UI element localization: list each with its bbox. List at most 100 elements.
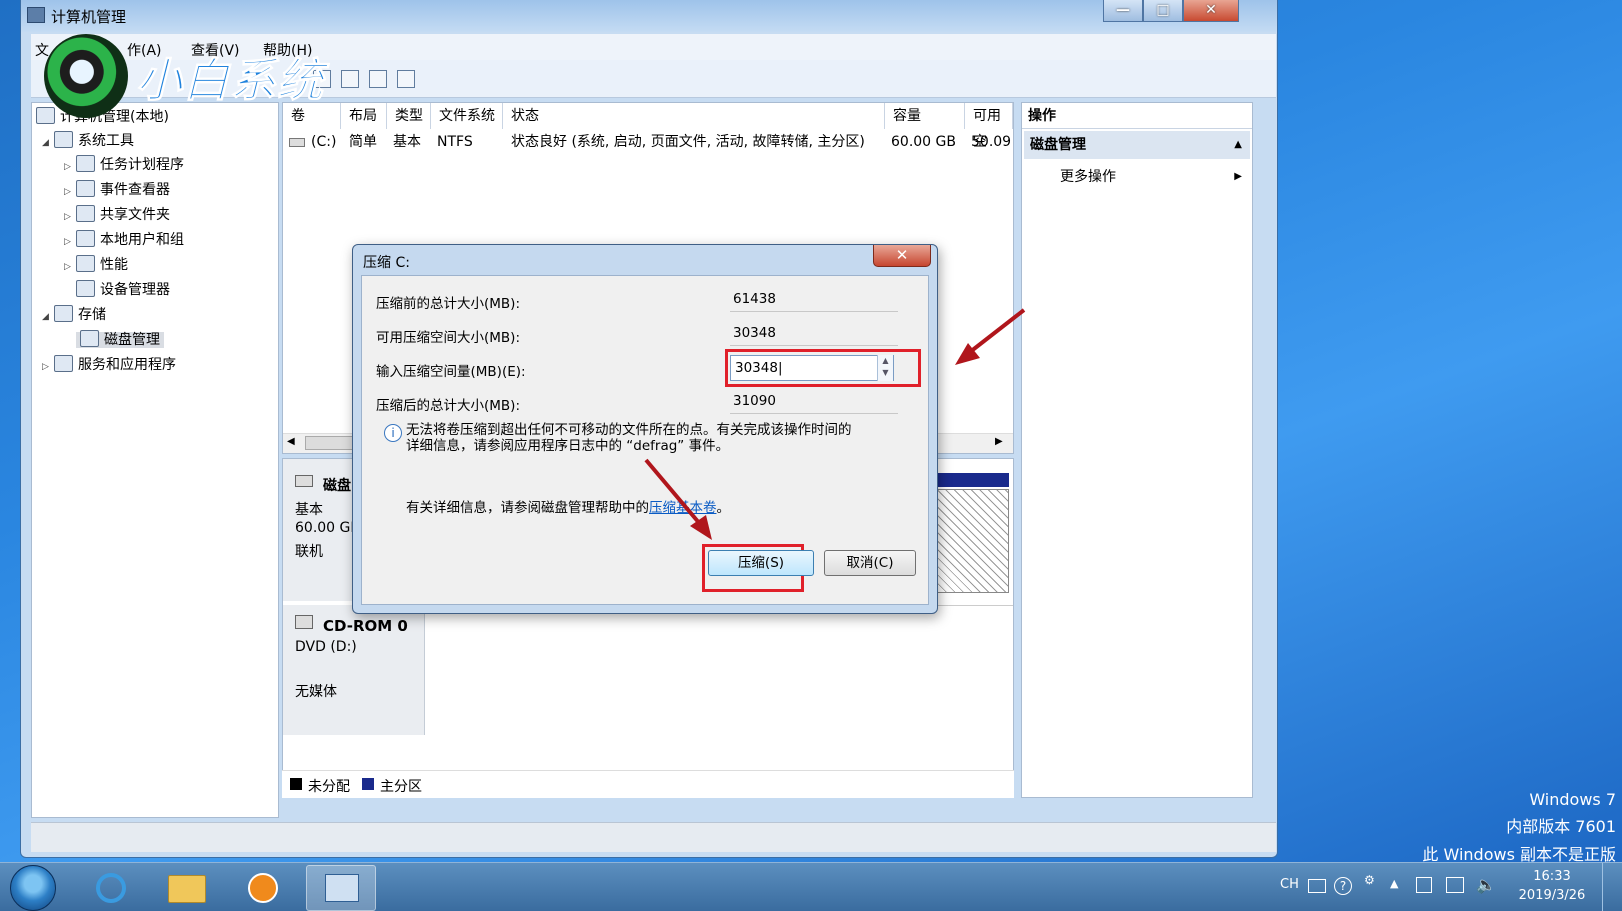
watermark-line2: 内部版本 7601 [1506, 817, 1616, 836]
shrink-dialog: 压缩 C: ✕ 压缩前的总计大小(MB): 61438 可用压缩空间大小(MB)… [352, 244, 938, 614]
actions-group-disk-management[interactable]: 磁盘管理 ▲ [1024, 131, 1250, 159]
tree-item-local-users[interactable]: ▷ 本地用户和组 [64, 228, 184, 252]
shrink-amount-label: 输入压缩空间量(MB)(E): [376, 364, 526, 380]
status-bar [31, 822, 1276, 852]
tree-item-services[interactable]: ▷ 服务和应用程序 [42, 353, 176, 377]
total-before-value: 61438 [730, 288, 898, 312]
cell-capacity: 60.00 GB [891, 134, 956, 150]
event-icon [76, 180, 95, 197]
disk0-status: 联机 [295, 544, 323, 560]
collapse-arrow-icon[interactable]: ◢ [42, 305, 54, 329]
legend: 未分配 主分区 [282, 770, 1014, 798]
expand-arrow-icon[interactable]: ▷ [64, 205, 76, 229]
actions-header: 操作 [1022, 103, 1252, 129]
cancel-button[interactable]: 取消(C) [824, 550, 916, 576]
keyboard-icon[interactable] [1308, 879, 1326, 893]
tree-item-performance[interactable]: ▷ 性能 [64, 253, 128, 277]
computer-management-icon [325, 874, 359, 902]
primary-swatch [362, 778, 374, 790]
maximize-button[interactable]: □ [1143, 0, 1183, 22]
total-before-label: 压缩前的总计大小(MB): [376, 296, 520, 312]
volume-icon[interactable]: 🔈 [1476, 875, 1496, 894]
expand-arrow-icon[interactable]: ▷ [64, 255, 76, 279]
clock[interactable]: 16:33 2019/3/26 [1512, 869, 1592, 903]
scroll-right-icon[interactable]: ▶ [995, 436, 1003, 447]
tree-item-system-tools[interactable]: ◢ 系统工具 [42, 129, 134, 153]
drive-icon [289, 138, 305, 147]
cdrom-label[interactable]: CD-ROM 0 DVD (D:) 无媒体 [283, 605, 425, 735]
taskbar: CH ? ⚙ ▲ 🔈 16:33 2019/3/26 [0, 862, 1622, 911]
network-icon[interactable] [1446, 877, 1464, 893]
column-header-status[interactable]: 状态 [503, 103, 885, 129]
primary-partition-bar [929, 473, 1009, 487]
cell-free: 50.09 [971, 134, 1012, 150]
expand-arrow-icon[interactable]: ▷ [64, 230, 76, 254]
clock-date: 2019/3/26 [1518, 888, 1586, 903]
partition-block[interactable] [929, 489, 1009, 593]
dialog-close-button[interactable]: ✕ [873, 245, 931, 267]
tree-item-disk-management[interactable]: 磁盘管理 [64, 328, 164, 352]
tree-item-device-manager[interactable]: 设备管理器 [64, 278, 170, 302]
collapse-arrow-icon[interactable]: ◢ [42, 131, 54, 155]
scroll-left-icon[interactable]: ◀ [287, 436, 295, 447]
properties-icon[interactable] [397, 70, 415, 88]
tree-item-task-scheduler[interactable]: ▷ 任务计划程序 [64, 153, 184, 177]
spin-buttons[interactable]: ▲ ▼ [877, 355, 893, 381]
start-button[interactable] [10, 865, 56, 911]
taskbar-media-player[interactable] [228, 865, 298, 911]
cdrom-name: CD-ROM 0 [323, 617, 408, 635]
expand-arrow-icon[interactable]: ▷ [64, 155, 76, 179]
info-text-line1: 无法将卷压缩到超出任何不可移动的文件所在的点。有关完成该操作时间的 [406, 422, 852, 438]
column-header-type[interactable]: 类型 [387, 103, 431, 129]
close-button[interactable]: ✕ [1183, 0, 1239, 22]
legend-unallocated: 未分配 [308, 779, 350, 795]
clock-icon [76, 155, 95, 172]
taskbar-ie[interactable] [76, 865, 146, 911]
ime-settings-icon[interactable]: ⚙ [1364, 873, 1375, 887]
total-after-label: 压缩后的总计大小(MB): [376, 398, 520, 414]
taskbar-computer-management[interactable] [306, 865, 376, 911]
tree-item-event-viewer[interactable]: ▷ 事件查看器 [64, 178, 170, 202]
spin-up-icon[interactable]: ▲ [878, 355, 893, 367]
show-desktop-button[interactable] [1602, 863, 1618, 911]
shrink-button[interactable]: 压缩(S) [708, 550, 814, 576]
info-icon: i [384, 424, 402, 442]
performance-icon [76, 255, 95, 272]
table-row[interactable]: (C:) 简单 基本 NTFS 状态良好 (系统, 启动, 页面文件, 活动, … [287, 131, 1011, 153]
column-header-free[interactable]: 可用空 [965, 103, 1013, 150]
disk0-size: 60.00 GB [295, 520, 360, 536]
computer-management-icon [27, 7, 45, 23]
dialog-body: 压缩前的总计大小(MB): 61438 可用压缩空间大小(MB): 30348 … [361, 275, 929, 605]
minimize-button[interactable]: — [1103, 0, 1143, 22]
device-icon [76, 280, 95, 297]
tree-item-shared-folders[interactable]: ▷ 共享文件夹 [64, 203, 170, 227]
disk0-type: 基本 [295, 502, 323, 518]
console-tree: 计算机管理(本地) ◢ 系统工具 ▷ 任务计划程序 ▷ 事件查看器 ▷ 共享文件夹 ▷ 本… [31, 102, 279, 818]
column-header-filesystem[interactable]: 文件系统 [431, 103, 503, 129]
legend-primary: 主分区 [380, 779, 422, 795]
shrink-basic-volume-link[interactable]: 压缩基本卷 [649, 500, 717, 516]
available-space-label: 可用压缩空间大小(MB): [376, 330, 520, 346]
action-center-icon[interactable] [1416, 877, 1432, 893]
expand-arrow-icon[interactable]: ▷ [42, 355, 54, 379]
expand-arrow-icon[interactable]: ▷ [64, 180, 76, 204]
search-icon[interactable] [369, 70, 387, 88]
help-icon[interactable]: ? [1334, 877, 1352, 895]
cell-filesystem: NTFS [437, 134, 473, 150]
shrink-amount-input[interactable]: 30348| ▲ ▼ [730, 355, 894, 381]
cdrom-icon [295, 615, 313, 629]
column-header-capacity[interactable]: 容量 [885, 103, 965, 129]
tools-icon [54, 131, 73, 148]
tree-item-storage[interactable]: ◢ 存储 [42, 303, 106, 327]
spin-down-icon[interactable]: ▼ [878, 367, 893, 379]
column-header-layout[interactable]: 布局 [341, 103, 387, 129]
show-hidden-icons[interactable]: ▲ [1390, 877, 1398, 890]
watermark-line1: Windows 7 [1529, 790, 1616, 809]
taskbar-explorer[interactable] [152, 865, 222, 911]
collapse-up-icon[interactable]: ▲ [1234, 131, 1242, 159]
language-indicator[interactable]: CH [1280, 877, 1299, 892]
help-text: 有关详细信息，请参阅磁盘管理帮助中的压缩基本卷。 [406, 500, 730, 516]
hard-disk-icon [295, 475, 313, 487]
more-actions-item[interactable]: 更多操作 ▶ [1060, 165, 1248, 189]
dialog-title: 压缩 C: [363, 255, 410, 271]
